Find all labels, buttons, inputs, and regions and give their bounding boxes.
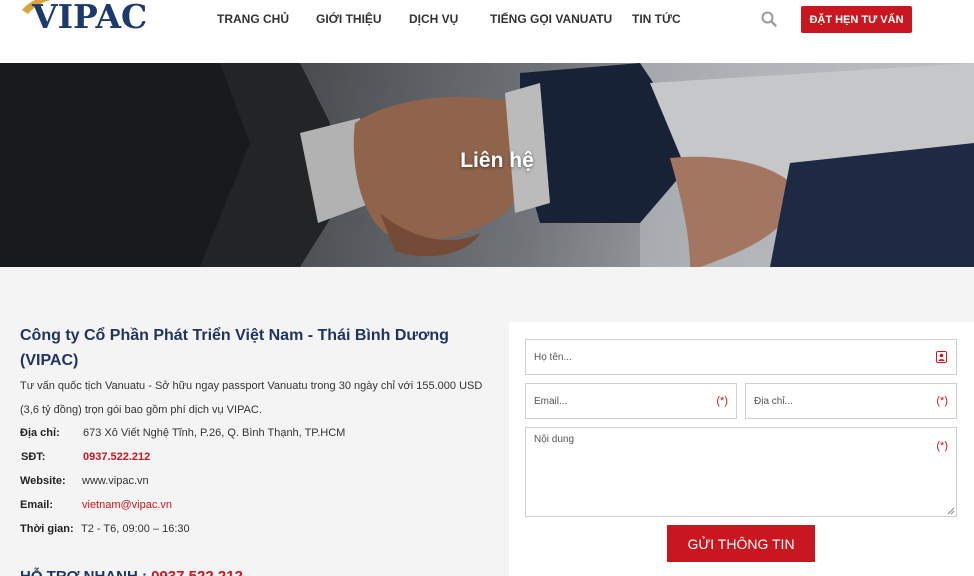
name-input[interactable]: Họ tên... — [525, 339, 957, 375]
vipac-logo[interactable]: VIPAC — [20, 0, 148, 42]
website-label: Website: — [20, 475, 66, 487]
nav-item-news[interactable]: TIN TỨC — [632, 11, 681, 27]
address-required-mark: (*) — [936, 395, 948, 407]
nav-item-about[interactable]: GIỚI THIỆU — [316, 11, 382, 27]
hours-value: T2 - T6, 09:00 – 16:30 — [81, 523, 190, 535]
email-label: Email: — [20, 499, 54, 511]
name-placeholder: Họ tên... — [534, 352, 572, 363]
email-link[interactable]: vietnam@vipac.vn — [82, 497, 172, 513]
nav-item-home[interactable]: TRANG CHỦ — [217, 11, 289, 27]
hotline: HỖ TRỢ NHANH : 0937.522.212 — [20, 568, 243, 576]
book-consultation-button[interactable]: ĐẶT HẸN TƯ VẤN — [801, 6, 912, 33]
nav-item-vanuatu-call[interactable]: TIẾNG GỌI VANUATU — [490, 11, 612, 27]
company-name: Công ty Cổ Phần Phát Triển Việt Nam - Th… — [20, 327, 449, 369]
site-header: VIPAC TRANG CHỦ GIỚI THIỆU DỊCH VỤ TIẾNG… — [0, 0, 974, 63]
logo-text: VIPAC — [32, 0, 148, 36]
message-placeholder: Nội dung — [534, 434, 575, 445]
message-textarea[interactable]: Nội dung (*) — [525, 427, 957, 517]
page-banner: Liên hệ — [0, 63, 974, 267]
hours-label: Thời gian: — [20, 523, 74, 535]
contact-card-icon — [936, 351, 947, 363]
hotline-number[interactable]: 0937.522.212 — [151, 568, 243, 576]
email-input[interactable]: Email... (*) — [525, 383, 737, 419]
website-link[interactable]: www.vipac.vn — [82, 473, 149, 489]
message-required-mark: (*) — [936, 440, 948, 452]
address-label: Địa chỉ: — [20, 427, 60, 439]
phone-value[interactable]: 0937.522.212 — [83, 449, 150, 465]
address-value: 673 Xô Viết Nghệ Tĩnh, P.26, Q. Bình Thạ… — [83, 427, 346, 439]
address-input[interactable]: Địa chỉ... (*) — [745, 383, 957, 419]
resize-handle-icon[interactable] — [947, 507, 955, 515]
phone-label: SĐT: — [21, 451, 46, 463]
page-title: Liên hệ — [460, 149, 534, 172]
search-icon[interactable] — [760, 10, 778, 28]
company-description: Tư vấn quốc tịch Vanuatu - Sở hữu ngay p… — [20, 380, 483, 416]
hotline-label: HỖ TRỢ NHANH : — [20, 568, 147, 576]
email-required-mark: (*) — [716, 395, 728, 407]
email-placeholder: Email... — [534, 396, 568, 407]
submit-button[interactable]: GỬI THÔNG TIN — [667, 525, 815, 562]
address-placeholder: Địa chỉ... — [754, 396, 793, 407]
nav-item-services[interactable]: DỊCH VỤ — [409, 11, 458, 27]
